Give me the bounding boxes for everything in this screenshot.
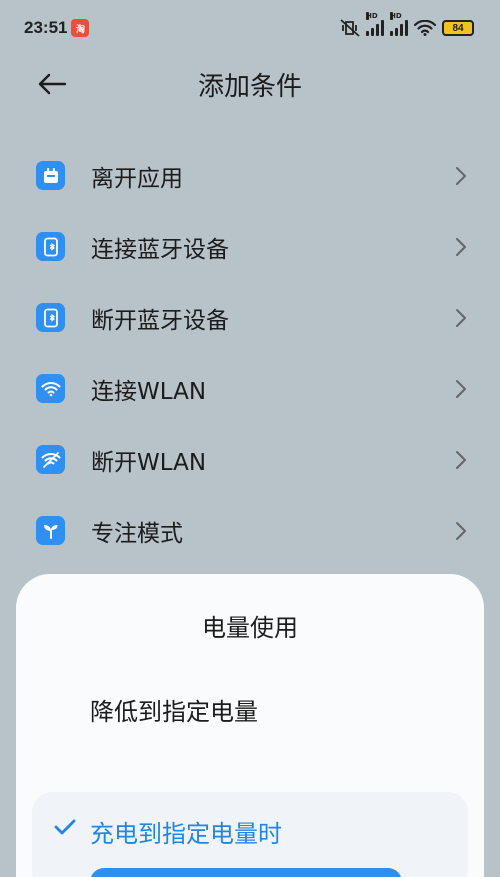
list-item-connect-bluetooth[interactable]: 连接蓝牙设备 [0,211,500,282]
list-item-label: 专注模式 [91,520,183,547]
app-icon [36,161,65,190]
list-item-label: 断开蓝牙设备 [91,307,229,334]
condition-list: 离开应用 连接蓝牙设备 断开蓝牙设备 连接WLAN 断开WLAN 专注模式 [0,140,500,566]
bluetooth-device-icon [36,303,65,332]
confirm-button[interactable] [90,868,402,877]
list-item-disconnect-wlan[interactable]: 断开WLAN [0,424,500,495]
list-item-label: 连接蓝牙设备 [91,236,229,263]
option-charge-to-level[interactable]: 充电到指定电量时 [90,814,282,849]
status-right: HD HD 84 [340,12,474,37]
chevron-right-icon [456,450,466,469]
signal-strength-icon-2: HD [390,12,408,36]
wifi-icon [36,374,65,403]
list-item-disconnect-bluetooth[interactable]: 断开蓝牙设备 [0,282,500,353]
list-item-label: 连接WLAN [91,378,207,405]
sheet-title: 电量使用 [202,614,298,642]
chevron-right-icon [456,308,466,327]
taobao-notification-icon: 淘 [71,19,90,37]
wifi-off-icon [36,445,65,474]
chevron-right-icon [456,237,466,256]
wifi-status-icon [414,20,436,36]
chevron-right-icon [456,166,466,185]
signal-hd-label: HD [366,12,378,20]
header: 添加条件 [0,58,500,110]
page-title: 添加条件 [197,71,302,102]
sprout-icon [36,516,65,545]
option-drop-to-level[interactable]: 降低到指定电量 [90,692,258,727]
back-arrow-icon [38,73,67,95]
chevron-right-icon [456,521,466,540]
battery-indicator: 84 [442,20,474,36]
signal-hd-label-2: HD [390,12,402,20]
status-bar: 23:51 淘 HD HD 84 [0,0,500,56]
list-item-connect-wlan[interactable]: 连接WLAN [0,353,500,424]
list-item-focus-mode[interactable]: 专注模式 [0,495,500,566]
signal-strength-icon: HD [366,12,384,36]
chevron-right-icon [456,379,466,398]
check-icon [54,819,76,835]
mute-vibrate-icon [340,19,360,37]
list-item-leave-app[interactable]: 离开应用 [0,140,500,211]
status-time: 23:51 [24,18,68,37]
status-left: 23:51 淘 [24,18,90,38]
battery-usage-sheet: 电量使用 降低到指定电量 充电到指定电量时 [16,574,484,877]
list-item-label: 断开WLAN [91,449,207,476]
bluetooth-device-icon [36,232,65,261]
list-item-label: 离开应用 [91,165,183,192]
back-button[interactable] [32,66,72,102]
